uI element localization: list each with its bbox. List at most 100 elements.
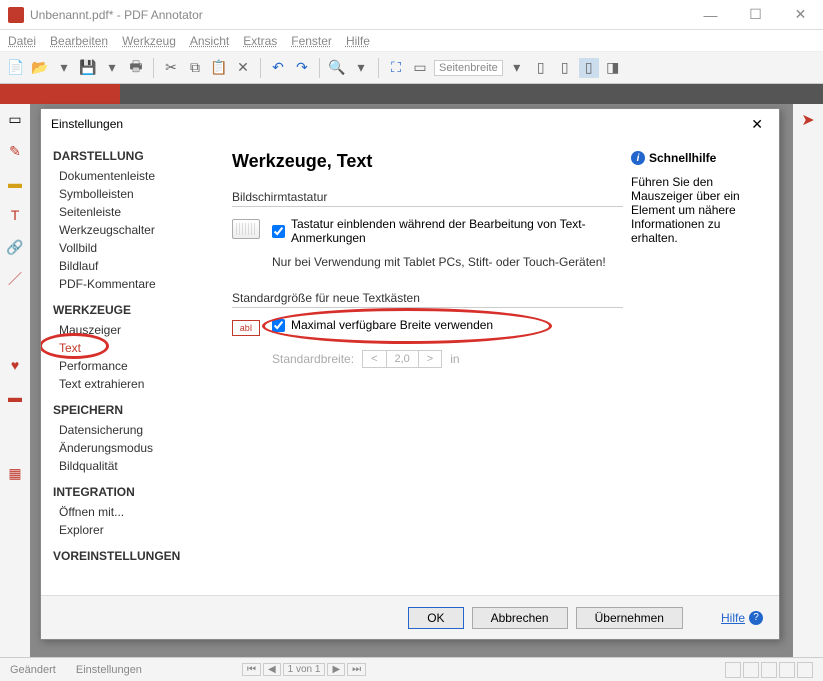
menu-datei[interactable]: Datei (8, 34, 36, 48)
dropdown-icon[interactable]: ▾ (54, 58, 74, 78)
width-spinner[interactable]: < 2,0 > (362, 350, 442, 368)
sidebar-item-oeffnen-mit[interactable]: Öffnen mit... (53, 503, 216, 521)
sidebar-item-werkzeugschalter[interactable]: Werkzeugschalter (53, 221, 216, 239)
sidebar-item-mauszeiger[interactable]: Mauszeiger (53, 321, 216, 339)
layout1-icon[interactable]: ▯ (531, 58, 551, 78)
maximize-button[interactable]: ☐ (733, 0, 778, 30)
quick-help-panel: i Schnellhilfe Führen Sie den Mauszeiger… (623, 151, 763, 583)
page-indicator: 1 von 1 (283, 663, 326, 676)
layout3-icon[interactable]: ▯ (579, 58, 599, 78)
tool-text-icon[interactable]: T (6, 206, 24, 224)
apply-button[interactable]: Übernehmen (576, 607, 683, 629)
checkbox-show-keyboard[interactable]: Tastatur einblenden während der Bearbeit… (272, 217, 591, 245)
paste-icon[interactable]: 📋 (209, 58, 229, 78)
delete-icon[interactable]: ✕ (233, 58, 253, 78)
dialog-close-icon[interactable]: ✕ (745, 114, 769, 135)
cut-icon[interactable]: ✂ (161, 58, 181, 78)
sidebar-item-bildlauf[interactable]: Bildlauf (53, 257, 216, 275)
width-value[interactable]: 2,0 (387, 350, 419, 368)
save-dropdown-icon[interactable]: ▾ (102, 58, 122, 78)
quick-help-title: Schnellhilfe (649, 151, 716, 165)
tool-stamp-icon[interactable]: ♥ (6, 356, 24, 374)
group-standardgroesse: Standardgröße für neue Textkästen abI Ma… (232, 291, 623, 368)
settings-sidebar: DARSTELLUNG Dokumentenleiste Symbolleist… (41, 139, 216, 595)
group-label-textbox-size: Standardgröße für neue Textkästen (232, 291, 623, 305)
right-toolbar: ➤ (793, 104, 823, 657)
page-next-icon[interactable]: ▶ (327, 663, 345, 676)
sidebar-item-symbolleisten[interactable]: Symbolleisten (53, 185, 216, 203)
page-first-icon[interactable]: ⏮ (242, 663, 261, 676)
tool-highlight-icon[interactable]: ▬ (6, 174, 24, 192)
copy-icon[interactable]: ⧉ (185, 58, 205, 78)
menu-ansicht[interactable]: Ansicht (190, 34, 229, 48)
sidebar-item-pdf-kommentare[interactable]: PDF-Kommentare (53, 275, 216, 293)
search-dropdown-icon[interactable]: ▾ (351, 58, 371, 78)
group-label-keyboard: Bildschirmtastatur (232, 190, 623, 204)
tool-pen-icon[interactable]: ✎ (6, 142, 24, 160)
redo-icon[interactable]: ↷ (292, 58, 312, 78)
fullscreen-icon[interactable]: ⛶ (386, 58, 406, 78)
tool-line-icon[interactable]: ／ (6, 270, 24, 288)
cancel-button[interactable]: Abbrechen (472, 607, 568, 629)
layout2-icon[interactable]: ▯ (555, 58, 575, 78)
width-increase-icon[interactable]: > (419, 350, 442, 368)
view3-icon[interactable] (761, 662, 777, 678)
tool-grid-icon[interactable]: ▦ (6, 464, 24, 482)
undo-icon[interactable]: ↶ (268, 58, 288, 78)
sidebar-item-explorer[interactable]: Explorer (53, 521, 216, 539)
save-icon[interactable]: 💾 (78, 58, 98, 78)
sidebar-item-seitenleiste[interactable]: Seitenleiste (53, 203, 216, 221)
view2-icon[interactable] (743, 662, 759, 678)
sidebar-item-text-extrahieren[interactable]: Text extrahieren (53, 375, 216, 393)
sidebar-item-bildqualitaet[interactable]: Bildqualität (53, 457, 216, 475)
minimize-button[interactable]: — (688, 0, 733, 30)
titlebar: Unbenannt.pdf* - PDF Annotator — ☐ ✕ (0, 0, 823, 30)
cursor-icon[interactable]: ➤ (801, 110, 814, 130)
view1-icon[interactable] (725, 662, 741, 678)
tool-erase-icon[interactable]: ▬ (6, 388, 24, 406)
menu-fenster[interactable]: Fenster (291, 34, 332, 48)
document-tab[interactable] (0, 84, 120, 104)
zoom-select[interactable]: Seitenbreite (434, 60, 503, 76)
help-link[interactable]: Hilfe ? (721, 611, 763, 625)
checkbox-max-width[interactable]: Maximal verfügbare Breite verwenden (272, 318, 493, 332)
open-icon[interactable]: 📂 (30, 58, 50, 78)
ok-button[interactable]: OK (408, 607, 463, 629)
sidebar-item-vollbild[interactable]: Vollbild (53, 239, 216, 257)
checkbox-show-keyboard-label: Tastatur einblenden während der Bearbeit… (291, 217, 591, 245)
dialog-titlebar: Einstellungen ✕ (41, 109, 779, 139)
page-last-icon[interactable]: ⏭ (347, 663, 366, 676)
layout4-icon[interactable]: ◨ (603, 58, 623, 78)
menu-extras[interactable]: Extras (243, 34, 277, 48)
cat-integration: INTEGRATION (53, 485, 216, 499)
cat-werkzeuge: WERKZEUGE (53, 303, 216, 317)
sidebar-item-performance[interactable]: Performance (53, 357, 216, 375)
sidebar-item-datensicherung[interactable]: Datensicherung (53, 421, 216, 439)
menu-hilfe[interactable]: Hilfe (346, 34, 370, 48)
page-prev-icon[interactable]: ◀ (263, 663, 281, 676)
checkbox-show-keyboard-input[interactable] (272, 225, 285, 238)
print-icon[interactable]: 🖶 (126, 58, 146, 78)
zoom-dropdown-icon[interactable]: ▾ (507, 58, 527, 78)
search-icon[interactable]: 🔍 (327, 58, 347, 78)
new-icon[interactable]: 📄 (6, 58, 26, 78)
view4-icon[interactable] (779, 662, 795, 678)
zoom-mode-icon[interactable]: ▭ (410, 58, 430, 78)
tool-select-icon[interactable]: ▭ (6, 110, 24, 128)
sidebar-item-aenderungsmodus[interactable]: Änderungsmodus (53, 439, 216, 457)
dialog-button-row: OK Abbrechen Übernehmen Hilfe ? (41, 595, 779, 639)
group-bildschirmtastatur: Bildschirmtastatur Tastatur einblenden w… (232, 190, 623, 269)
checkbox-max-width-input[interactable] (272, 319, 285, 332)
settings-main: Werkzeuge, Text Bildschirmtastatur Tasta… (216, 139, 779, 595)
sidebar-item-dokumentenleiste[interactable]: Dokumentenleiste (53, 167, 216, 185)
app-icon (8, 7, 24, 23)
tool-link-icon[interactable]: 🔗 (6, 238, 24, 256)
cat-darstellung: DARSTELLUNG (53, 149, 216, 163)
view5-icon[interactable] (797, 662, 813, 678)
width-decrease-icon[interactable]: < (362, 350, 386, 368)
menu-werkzeug[interactable]: Werkzeug (122, 34, 176, 48)
sidebar-item-text[interactable]: Text (53, 339, 216, 357)
menu-bearbeiten[interactable]: Bearbeiten (50, 34, 108, 48)
close-button[interactable]: ✕ (778, 0, 823, 30)
window-controls: — ☐ ✕ (688, 0, 823, 30)
